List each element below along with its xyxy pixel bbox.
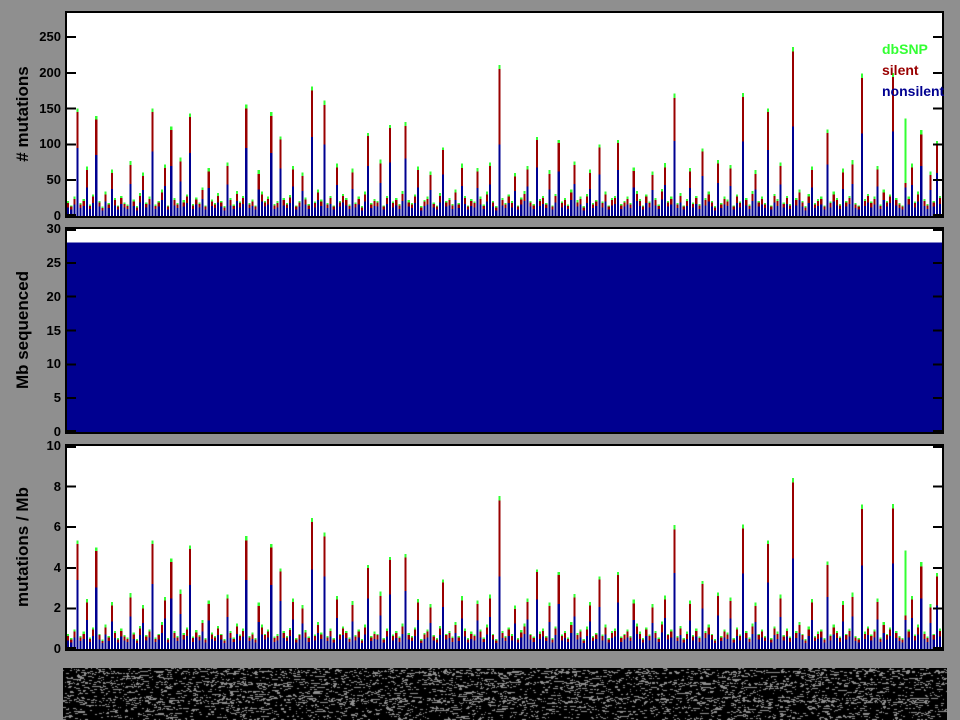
y-tick-label: 150	[21, 101, 61, 117]
mutation-rate-figure: # mutations dbSNP silent nonsilent Mb se…	[0, 0, 960, 720]
legend: dbSNP silent nonsilent	[882, 39, 944, 102]
legend-item-dbsnp: dbSNP	[882, 39, 944, 60]
y-tick-label: 5	[21, 390, 61, 406]
mb-sequenced-chart	[67, 229, 942, 432]
y-tick-label: 8	[21, 479, 61, 495]
y-tick-label: 250	[21, 29, 61, 45]
legend-item-silent: silent	[882, 60, 944, 81]
legend-item-nonsilent: nonsilent	[882, 81, 944, 102]
y-tick-label: 6	[21, 519, 61, 535]
y-tick-label: 2	[21, 600, 61, 616]
y-tick-label: 15	[21, 323, 61, 339]
y-tick-label: 4	[21, 560, 61, 576]
y-tick-label: 25	[21, 255, 61, 271]
panel-mutations: dbSNP silent nonsilent	[65, 11, 944, 218]
y-tick-label: 20	[21, 289, 61, 305]
y-tick-label: 100	[21, 136, 61, 152]
panel-mutation-rate	[65, 444, 944, 651]
y-tick-label: 10	[21, 438, 61, 454]
y-tick-label: 50	[21, 172, 61, 188]
mutations-bars-chart	[67, 13, 942, 216]
y-tick-label: 200	[21, 65, 61, 81]
y-tick-label: 30	[21, 221, 61, 237]
y-tick-label: 10	[21, 356, 61, 372]
y-tick-label: 0	[21, 641, 61, 657]
mutation-rate-bars-chart	[67, 446, 942, 649]
x-axis-sample-labels-band	[63, 668, 947, 720]
y-axis-label-mutation-rate: mutations / Mb	[13, 487, 33, 607]
panel-mb-sequenced	[65, 227, 944, 434]
